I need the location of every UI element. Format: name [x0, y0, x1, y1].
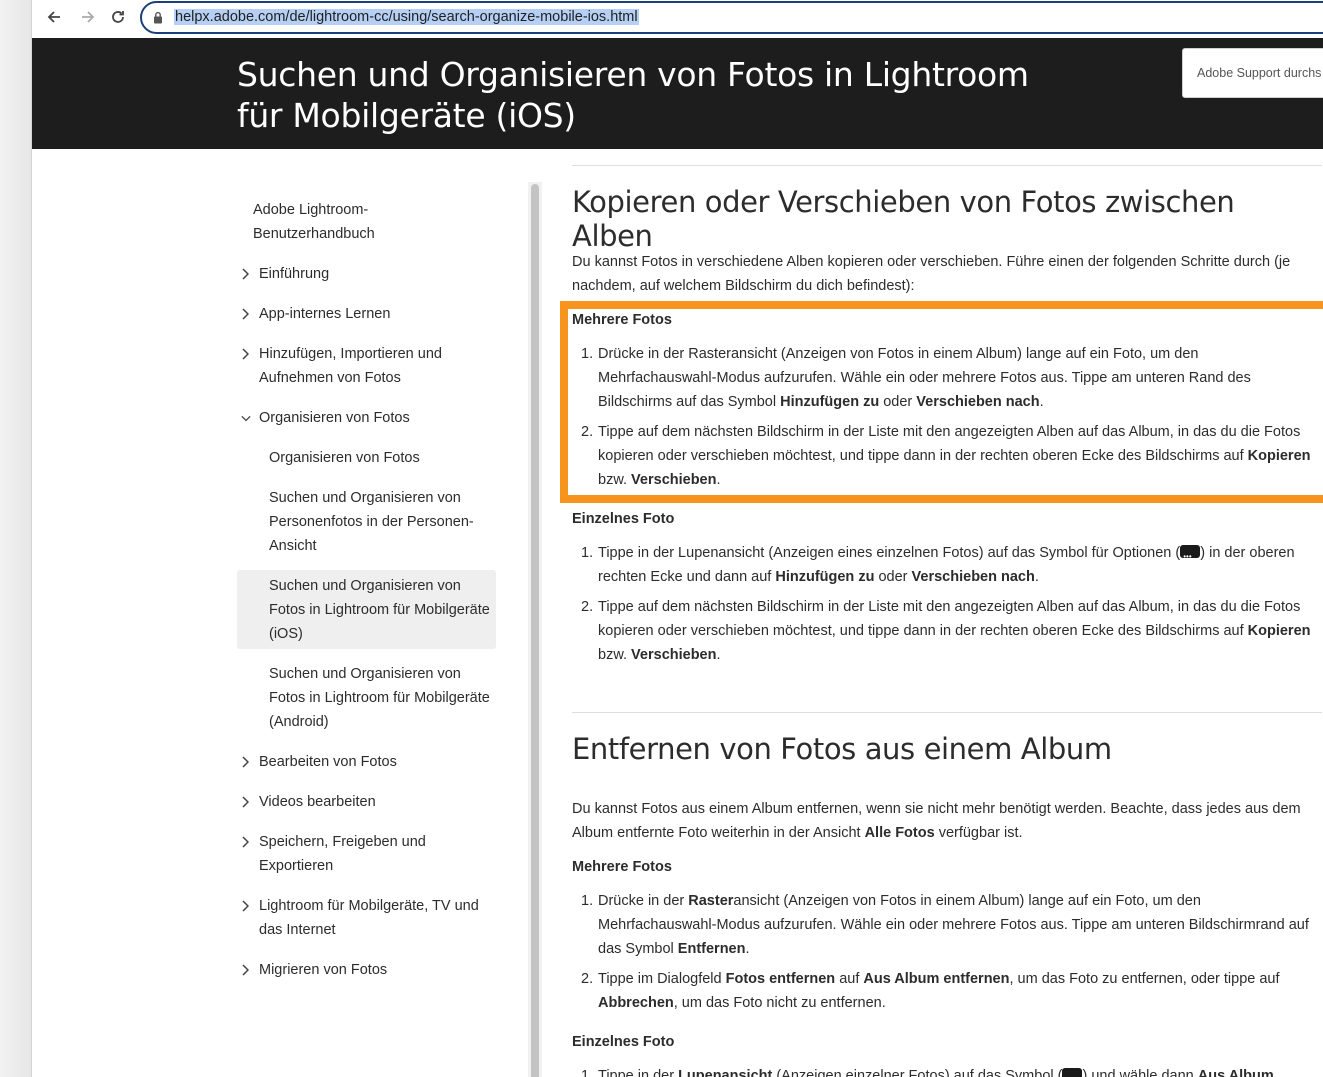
sidebar-item-label: Hinzufügen, Importieren und Aufnehmen vo…	[259, 346, 442, 386]
sidebar-item-label: Organisieren von Fotos	[259, 410, 410, 426]
page-header: Suchen und Organisieren von Fotos in Lig…	[32, 38, 1323, 149]
section-divider	[572, 712, 1322, 713]
address-bar[interactable]: helpx.adobe.com/de/lightroom-cc/using/se…	[140, 1, 1323, 34]
chevron-right-icon	[241, 958, 251, 982]
support-search-input[interactable]: Adobe Support durchs	[1182, 48, 1323, 98]
section-intro: Du kannst Fotos aus einem Album entferne…	[572, 801, 1301, 841]
sidebar-item-label: App-internes Lernen	[259, 306, 391, 322]
sidebar-subitem-label: Organisieren von Fotos	[269, 450, 420, 466]
lock-icon	[153, 11, 163, 29]
section-divider	[572, 165, 1322, 166]
sidebar-subitem-organisieren[interactable]: Organisieren von Fotos	[269, 446, 499, 470]
chevron-right-icon	[241, 750, 251, 774]
list-number: 2.	[581, 599, 594, 615]
chevron-right-icon	[241, 830, 251, 854]
sidebar-scroll-thumb[interactable]	[531, 184, 539, 1077]
subheading-einzelnes-foto: Einzelnes Foto	[572, 1034, 675, 1050]
chevron-right-icon	[241, 894, 251, 918]
url-text[interactable]: helpx.adobe.com/de/lightroom-cc/using/se…	[174, 9, 639, 25]
sidebar-root-line1: Adobe Lightroom-	[253, 202, 369, 218]
chevron-down-icon	[241, 406, 251, 430]
sidebar-root-line2: Benutzerhandbuch	[253, 226, 375, 242]
sidebar-item-label: Bearbeiten von Fotos	[259, 754, 397, 770]
list-item: Tippe auf dem nächsten Bildschirm in der…	[598, 424, 1311, 488]
forward-arrow-icon	[82, 11, 95, 23]
reload-button[interactable]	[104, 5, 132, 29]
chevron-right-icon	[241, 302, 251, 326]
section-heading-kopieren: Kopieren oder Verschieben von Fotos zwis…	[572, 185, 1235, 253]
subheading-mehrere-fotos: Mehrere Fotos	[572, 312, 672, 328]
sidebar-subitem-label: Suchen und Organisieren von Fotos in Lig…	[269, 666, 490, 730]
back-arrow-icon	[47, 11, 60, 23]
list-number: 1.	[581, 545, 594, 561]
reload-icon	[112, 11, 124, 23]
chevron-right-icon	[241, 790, 251, 814]
options-icon	[1180, 545, 1201, 569]
sidebar-subitem-label: Suchen und Organisieren von Personenfoto…	[269, 490, 474, 554]
list-item: Tippe im Dialogfeld Fotos entfernen auf …	[598, 971, 1280, 1011]
sidebar-subitem-android[interactable]: Suchen und Organisieren von Fotos in Lig…	[269, 662, 501, 734]
list-number: 1.	[581, 1068, 594, 1077]
section-heading-entfernen: Entfernen von Fotos aus einem Album	[572, 732, 1112, 766]
sidebar-subitem-personen[interactable]: Suchen und Organisieren von Personenfoto…	[269, 486, 484, 558]
chevron-right-icon	[241, 342, 251, 366]
sidebar-item-label: Lightroom für Mobilgeräte, TV und das In…	[259, 898, 479, 938]
list-number: 1.	[581, 346, 594, 362]
list-item: Drücke in der Rasteransicht (Anzeigen vo…	[598, 346, 1251, 410]
sidebar-root-link[interactable]: Adobe Lightroom- Benutzerhandbuch	[253, 198, 375, 246]
options-icon	[1062, 1068, 1083, 1077]
list-item: Tippe in der Lupenansicht (Anzeigen einz…	[598, 1064, 1318, 1077]
list-item: Drücke in der Rasteransicht (Anzeigen vo…	[598, 893, 1309, 957]
subheading-mehrere-fotos: Mehrere Fotos	[572, 859, 672, 875]
chevron-right-icon	[241, 262, 251, 286]
page-title: Suchen und Organisieren von Fotos in Lig…	[237, 55, 1029, 135]
list-number: 2.	[581, 424, 594, 440]
sidebar-subitem-ios-active[interactable]: Suchen und Organisieren von Fotos in Lig…	[269, 574, 501, 646]
subheading-einzelnes-foto: Einzelnes Foto	[572, 511, 675, 527]
sidebar-item-label: Videos bearbeiten	[259, 794, 376, 810]
list-item: Tippe in der Lupenansicht (Anzeigen eine…	[598, 541, 1318, 589]
window-edge	[0, 0, 32, 1077]
sidebar-item-label: Speichern, Freigeben und Exportieren	[259, 834, 426, 874]
section-intro: Du kannst Fotos in verschiedene Alben ko…	[572, 254, 1291, 294]
search-placeholder: Adobe Support durchs	[1197, 66, 1322, 80]
browser-toolbar: helpx.adobe.com/de/lightroom-cc/using/se…	[32, 0, 1323, 38]
back-button[interactable]	[40, 5, 68, 29]
list-number: 1.	[581, 893, 594, 909]
sidebar-subitem-label: Suchen und Organisieren von Fotos in Lig…	[269, 578, 490, 642]
sidebar-scrollbar[interactable]	[528, 182, 542, 1077]
sidebar-item-label: Einführung	[259, 266, 330, 282]
forward-button[interactable]	[74, 5, 102, 29]
list-number: 2.	[581, 971, 594, 987]
sidebar-item-label: Migrieren von Fotos	[259, 962, 388, 978]
list-item: Tippe auf dem nächsten Bildschirm in der…	[598, 599, 1311, 663]
